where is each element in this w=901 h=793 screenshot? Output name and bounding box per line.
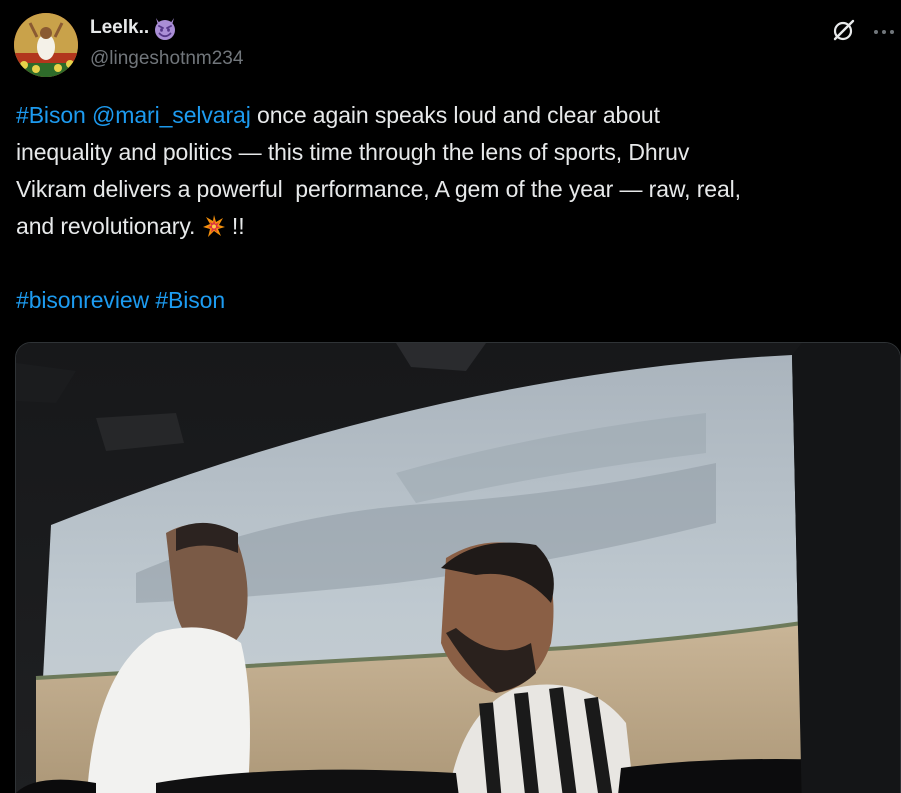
mention-link[interactable]: @mari_selvaraj bbox=[92, 102, 251, 128]
hashtag-link[interactable]: #bisonreview bbox=[16, 287, 149, 313]
grok-button[interactable] bbox=[830, 18, 858, 46]
collision-icon bbox=[202, 212, 226, 237]
tweet-hashtags-line: #bisonreview #Bison bbox=[16, 282, 892, 319]
hashtag-link[interactable]: #Bison bbox=[155, 287, 225, 313]
tweet-line-2: inequality and politics — this time thro… bbox=[16, 139, 690, 165]
tweet-line-3: Vikram delivers a powerful performance, … bbox=[16, 176, 741, 202]
tweet-line-1: #Bison @mari_selvaraj once again speaks … bbox=[16, 97, 892, 134]
avatar[interactable] bbox=[14, 13, 78, 77]
tweet-text: #Bison @mari_selvaraj once again speaks … bbox=[16, 97, 892, 319]
tweet-text-segment: !! bbox=[225, 213, 245, 239]
tweet-line-4: and revolutionary. !! bbox=[16, 208, 892, 245]
user-handle[interactable]: @lingeshotnm234 bbox=[90, 46, 243, 72]
tweet-media-photo[interactable] bbox=[15, 342, 901, 793]
tweet-text-segment: once again speaks loud and clear about bbox=[250, 102, 660, 128]
grok-icon bbox=[831, 17, 857, 48]
cinema-screen-photo bbox=[16, 343, 900, 793]
display-name-row[interactable]: Leelk.. bbox=[90, 15, 178, 41]
tweet-text-segment: and revolutionary. bbox=[16, 213, 202, 239]
smiling-face-with-horns-icon bbox=[152, 15, 178, 41]
hashtag-link[interactable]: #Bison bbox=[16, 102, 86, 128]
display-name[interactable]: Leelk.. bbox=[90, 15, 149, 41]
more-button[interactable] bbox=[870, 18, 898, 46]
more-icon bbox=[872, 23, 896, 41]
